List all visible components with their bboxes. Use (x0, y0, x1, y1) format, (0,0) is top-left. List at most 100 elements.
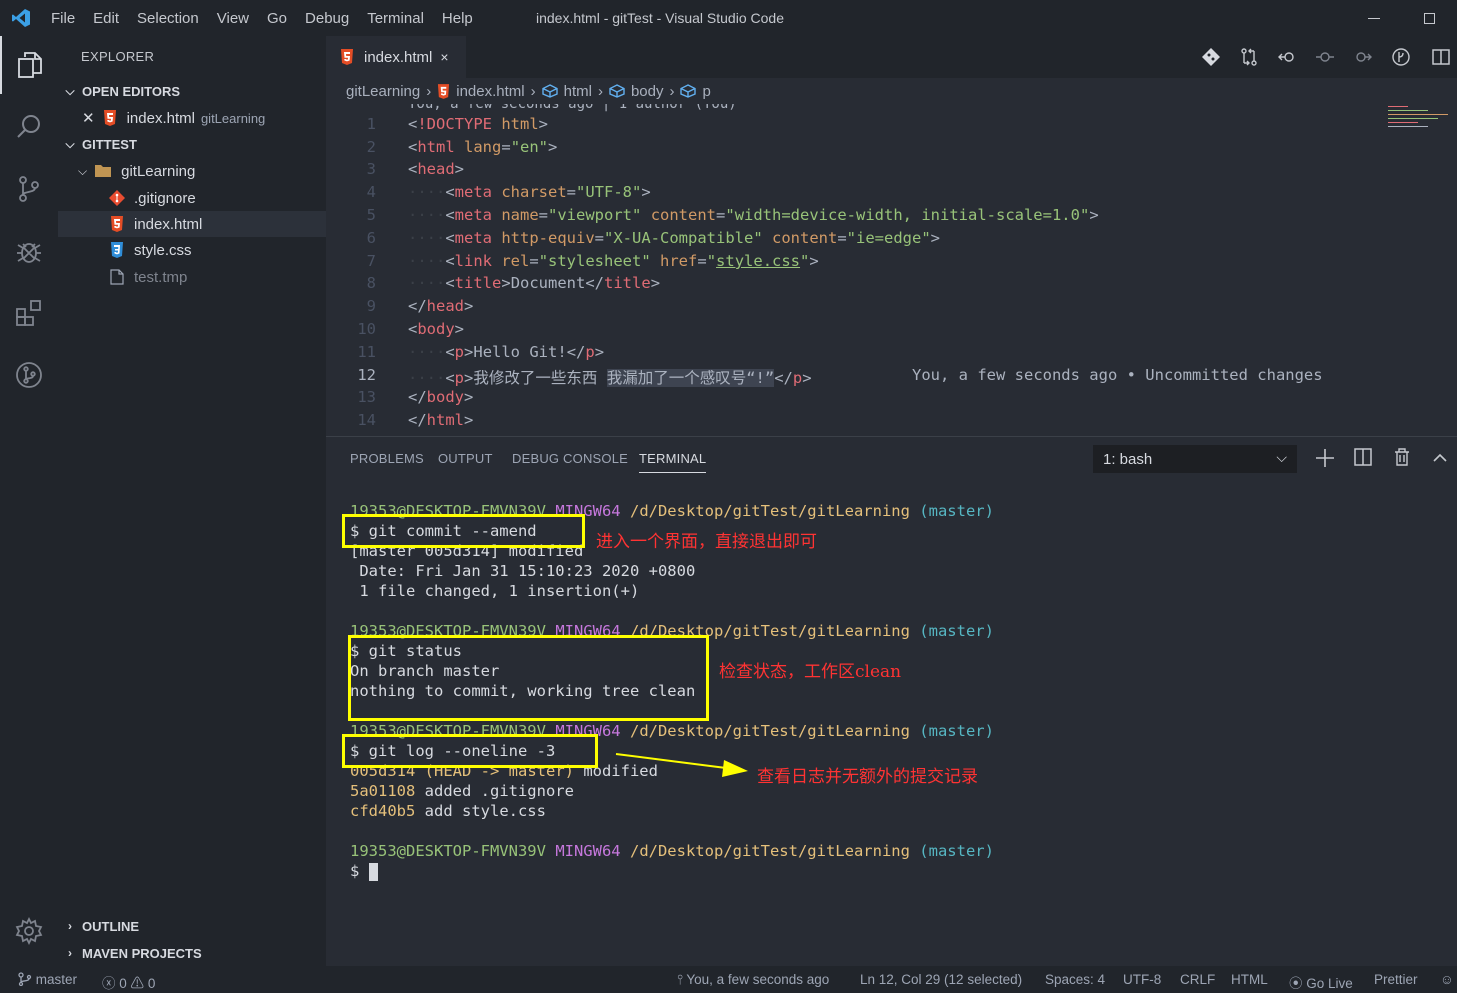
git-graph-icon[interactable] (0, 346, 58, 404)
annotation-note: 检查状态，工作区clean (719, 662, 902, 682)
extensions-icon[interactable] (0, 284, 58, 342)
status-bar: master ⓧ 0 ⚠ 0 ⫯ You, a few seconds ago … (0, 966, 1457, 993)
minimize-icon[interactable] (1345, 0, 1403, 36)
file-style-css[interactable]: style.css (58, 237, 326, 263)
trash-icon[interactable] (1394, 448, 1410, 471)
outline-label: OUTLINE (82, 918, 140, 934)
line-number: 7 (366, 252, 376, 270)
branch-indicator[interactable]: master (18, 972, 77, 987)
settings-icon[interactable] (0, 902, 58, 960)
input-line[interactable]: $ (350, 862, 378, 882)
line-number: 4 (366, 183, 376, 201)
html5-icon (108, 215, 126, 233)
open-editor-folder: gitLearning (200, 110, 266, 126)
maven-section[interactable]: › MAVEN PROJECTS (58, 940, 326, 966)
open-changes-icon[interactable] (1236, 44, 1262, 70)
chevron-down-icon: ⌵ (65, 136, 75, 151)
tab-index-html[interactable]: index.html × (326, 36, 466, 78)
explorer-sidebar: EXPLORER ⌵ OPEN EDITORS ✕ index.html gitL… (58, 36, 326, 966)
annotation-box (342, 734, 598, 768)
element-icon (680, 84, 697, 98)
code-line: ····<title>Document</title> (408, 274, 661, 292)
line-number: 3 (366, 160, 376, 178)
file-test-tmp[interactable]: test.tmp (58, 264, 326, 290)
git-graph-icon[interactable] (1388, 44, 1414, 70)
explorer-icon[interactable] (0, 36, 58, 94)
outline-section[interactable]: › OUTLINE (58, 913, 326, 939)
breadcrumb-folder[interactable]: gitLearning (346, 83, 420, 100)
html5-icon (437, 83, 450, 99)
open-editor-item[interactable]: ✕ index.html gitLearning (58, 105, 326, 131)
tab-problems[interactable]: PROBLEMS (350, 451, 424, 466)
html5-icon (340, 49, 354, 65)
close-icon[interactable]: × (440, 49, 448, 65)
line-number: 10 (357, 320, 376, 338)
folder-gitlearning[interactable]: ⌵ gitLearning (58, 158, 326, 184)
branch-icon (18, 972, 32, 987)
inline-blame: You, a few seconds ago • Uncommitted cha… (912, 366, 1323, 384)
chevron-down-icon: ⌵ (65, 83, 75, 98)
problems-indicator[interactable]: ⓧ 0 ⚠ 0 (102, 972, 155, 992)
chevron-right-icon: › (68, 919, 72, 933)
file-label: .gitignore (134, 189, 196, 207)
source-control-icon[interactable] (0, 160, 58, 218)
css3-icon (108, 241, 126, 259)
line-ending[interactable]: CRLF (1180, 972, 1215, 987)
search-icon[interactable] (0, 98, 58, 156)
tab-terminal[interactable]: TERMINAL (639, 451, 707, 473)
breadcrumb-body[interactable]: body (631, 83, 664, 100)
split-terminal-icon[interactable] (1354, 448, 1372, 471)
blame-status[interactable]: ⫯ You, a few seconds ago (677, 972, 829, 988)
output-line: 1 file changed, 1 insertion(+) (350, 582, 640, 600)
prettier-status[interactable]: Prettier (1374, 972, 1418, 987)
maximize-icon[interactable] (1400, 0, 1457, 36)
project-label: GITTEST (82, 136, 137, 152)
debug-icon[interactable] (0, 222, 58, 280)
element-icon (541, 84, 558, 98)
explorer-header: EXPLORER (81, 49, 155, 64)
chevron-up-icon[interactable] (1432, 450, 1448, 468)
breadcrumb: gitLearning › index.html › html › body › p (346, 82, 711, 100)
minimap[interactable] (1386, 104, 1457, 138)
revision-icon[interactable] (1312, 44, 1338, 70)
file-index-html[interactable]: index.html (58, 211, 326, 237)
broadcast-icon: ⦿ (1289, 976, 1303, 991)
code-line: ····<meta http-equiv="X-UA-Compatible" c… (408, 229, 941, 247)
close-icon[interactable]: ✕ (82, 109, 95, 127)
file-gitignore[interactable]: .gitignore (58, 185, 326, 211)
line-number: 12 (357, 366, 376, 384)
breadcrumb-p[interactable]: p (702, 83, 710, 100)
feedback-icon[interactable]: ☺ (1440, 972, 1454, 987)
terminal-select[interactable]: 1: bash ⌵ (1093, 445, 1297, 473)
line-number: 5 (366, 206, 376, 224)
code-line: <!DOCTYPE html> (408, 115, 549, 133)
go-live-button[interactable]: ⦿ Go Live (1289, 972, 1353, 992)
breadcrumb-file[interactable]: index.html (456, 83, 524, 100)
tab-label: index.html (364, 48, 433, 66)
add-terminal-icon[interactable] (1314, 447, 1336, 474)
codelens-blame[interactable]: You, a few seconds ago | 1 author (You) (408, 104, 737, 112)
code-line: ····<link rel="stylesheet" href="style.c… (408, 252, 819, 270)
line-number: 2 (366, 138, 376, 156)
tab-debug-console[interactable]: DEBUG CONSOLE (512, 451, 628, 466)
encoding[interactable]: UTF-8 (1123, 972, 1161, 987)
previous-revision-icon[interactable] (1274, 44, 1300, 70)
code-line: ····<meta charset="UTF-8"> (408, 183, 651, 201)
code-editor[interactable]: You, a few seconds ago | 1 author (You) … (326, 104, 1457, 436)
code-line: ····<meta name="viewport" content="width… (408, 206, 1099, 224)
log-line: cfd40b5 add style.css (350, 802, 546, 820)
breadcrumb-html[interactable]: html (564, 83, 592, 100)
element-icon (609, 84, 625, 98)
code-line: ····<p>Hello Git!</p> (408, 343, 605, 361)
annotation-arrow (615, 753, 748, 777)
language-mode[interactable]: HTML (1231, 972, 1268, 987)
next-revision-icon[interactable] (1350, 44, 1376, 70)
open-editors-section[interactable]: ⌵ OPEN EDITORS (58, 78, 326, 104)
project-section[interactable]: ⌵ GITTEST (58, 131, 326, 157)
cursor-position[interactable]: Ln 12, Col 29 (12 selected) (860, 972, 1022, 987)
git-compare-icon[interactable] (1198, 44, 1224, 70)
tab-output[interactable]: OUTPUT (438, 451, 493, 466)
split-editor-icon[interactable] (1428, 44, 1454, 70)
chevron-down-icon: ⌵ (78, 163, 88, 178)
indentation[interactable]: Spaces: 4 (1045, 972, 1105, 987)
